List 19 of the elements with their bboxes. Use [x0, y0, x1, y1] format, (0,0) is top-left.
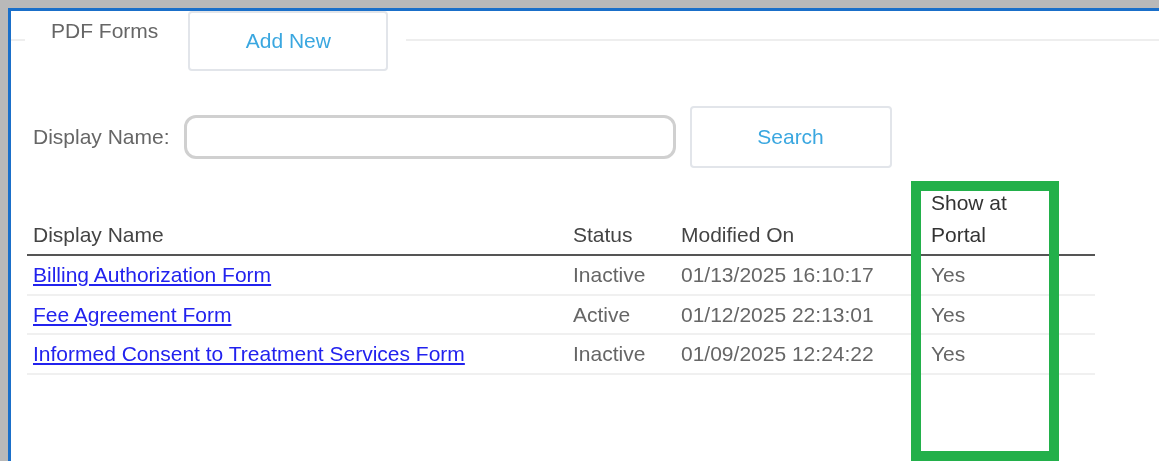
date-text: 01/12/2025 22:13:01	[681, 302, 874, 326]
portal-value: Yes	[931, 302, 966, 326]
form-link[interactable]: Billing Authorization Form	[33, 259, 272, 291]
column-header: Modified On	[681, 222, 795, 246]
field-label: Display Name:	[33, 124, 170, 151]
column-header: Status	[573, 222, 633, 246]
portal-value: Yes	[931, 263, 966, 286]
column-header: Show at Portal	[931, 190, 1008, 248]
status-text: Inactive	[573, 342, 646, 365]
panel-title: PDF Forms	[51, 18, 159, 44]
portal-value: Yes	[931, 342, 966, 365]
status-text: Inactive	[573, 263, 646, 286]
form-link[interactable]: Informed Consent to Treatment Services Form	[33, 338, 465, 370]
status-text: Active	[573, 302, 631, 326]
date-text: 01/13/2025 16:10:17	[681, 263, 874, 286]
display-name-field[interactable]	[183, 115, 676, 159]
column-header: Display Name	[33, 222, 164, 246]
date-text: 01/09/2025 12:24:22	[681, 342, 874, 365]
form-link[interactable]: Fee Agreement Form	[33, 298, 232, 330]
